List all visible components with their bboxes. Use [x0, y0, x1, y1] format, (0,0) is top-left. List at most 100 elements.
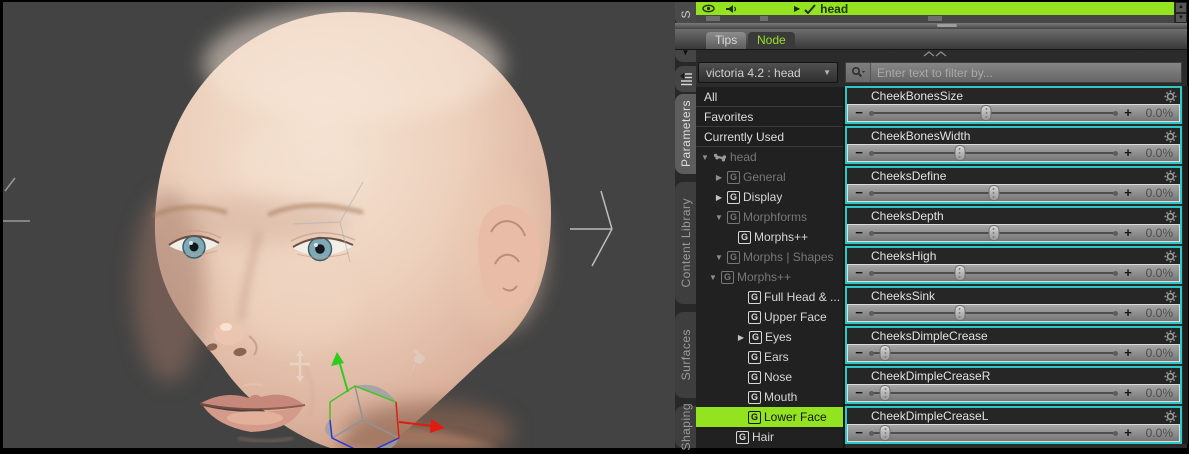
- slider-handle[interactable]: [880, 345, 891, 361]
- tree-item-eyes[interactable]: ▶ G Eyes: [696, 327, 843, 347]
- slider-track[interactable]: [867, 144, 1120, 162]
- tree-item-head[interactable]: ▼ head: [696, 147, 843, 167]
- group-icon: G: [749, 331, 762, 344]
- slider-handle[interactable]: [988, 225, 999, 241]
- tree-item-lower-face[interactable]: G Lower Face: [696, 407, 843, 427]
- node-selector-dropdown[interactable]: victoria 4.2 : head ▼: [698, 62, 838, 83]
- tree-item-general[interactable]: ▶ G General: [696, 167, 843, 187]
- pane-options-menu-button[interactable]: [675, 66, 696, 92]
- side-tab-content-library[interactable]: Content Library: [675, 182, 696, 304]
- triangle-icon: [760, 16, 768, 21]
- scene-scrollbar[interactable]: ▲ ▼: [1175, 2, 1187, 23]
- increment-button[interactable]: +: [1120, 185, 1136, 201]
- tree-item-currently-used[interactable]: Currently Used: [696, 127, 843, 147]
- decrement-button[interactable]: −: [851, 345, 867, 361]
- slider-track[interactable]: [867, 424, 1120, 442]
- sliders-scrollbar[interactable]: [1183, 86, 1188, 444]
- slider-handle[interactable]: [954, 145, 965, 161]
- slider-track[interactable]: [867, 344, 1120, 362]
- viewport-3d[interactable]: [3, 2, 675, 448]
- tree-item-label: Eyes: [765, 330, 792, 344]
- scene-node-label: head: [820, 3, 848, 15]
- increment-button[interactable]: +: [1120, 305, 1136, 321]
- filter-input[interactable]: [871, 63, 1181, 82]
- decrement-button[interactable]: −: [851, 105, 867, 121]
- parameter-value: 0.0%: [1136, 266, 1180, 280]
- parameter-value: 0.0%: [1136, 186, 1180, 200]
- parameter-block-cheeksdefine: CheeksDefine − + 0.0%: [845, 166, 1182, 204]
- increment-button[interactable]: +: [1120, 225, 1136, 241]
- collapse-icon[interactable]: ▼: [700, 153, 710, 162]
- tree-item-label: Morphs++: [737, 270, 791, 284]
- scroll-up-button[interactable]: ▲: [1175, 2, 1187, 13]
- audition-icon[interactable]: [725, 4, 738, 14]
- decrement-button[interactable]: −: [851, 225, 867, 241]
- tree-item-upper-face[interactable]: G Upper Face: [696, 307, 843, 327]
- increment-button[interactable]: +: [1120, 345, 1136, 361]
- slider-handle[interactable]: [988, 185, 999, 201]
- tree-item-hair[interactable]: G Hair: [696, 427, 843, 447]
- slider-handle[interactable]: [981, 105, 992, 121]
- group-icon: G: [748, 311, 761, 324]
- tree-item-label: General: [743, 170, 786, 184]
- tab-node[interactable]: Node: [748, 32, 795, 49]
- increment-button[interactable]: +: [1120, 105, 1136, 121]
- decrement-button[interactable]: −: [851, 425, 867, 441]
- tree-item-all[interactable]: All: [696, 87, 843, 107]
- decrement-button[interactable]: −: [851, 265, 867, 281]
- increment-button[interactable]: +: [1120, 425, 1136, 441]
- expand-icon[interactable]: ▶: [736, 333, 746, 342]
- scene-selected-row[interactable]: ▶ head: [696, 2, 1174, 15]
- visibility-eye-icon[interactable]: [702, 4, 715, 13]
- tree-item-mouth[interactable]: G Mouth: [696, 387, 843, 407]
- tree-item-label: Morphforms: [743, 210, 807, 224]
- side-tab-parameters[interactable]: Parameters: [675, 94, 696, 174]
- collapse-grip-icon[interactable]: [922, 51, 948, 57]
- slider-track[interactable]: [867, 184, 1120, 202]
- parameter-name: CheeksSink: [871, 289, 935, 304]
- tree-item-label: Lower Face: [764, 410, 827, 424]
- expand-icon[interactable]: ▶: [714, 173, 724, 182]
- tree-item-morphs-shapes[interactable]: ▼ G Morphs | Shapes: [696, 247, 843, 267]
- tree-item-full-head[interactable]: G Full Head & ...: [696, 287, 843, 307]
- node-icon: [928, 16, 942, 21]
- tree-item-nose[interactable]: G Nose: [696, 367, 843, 387]
- decrement-button[interactable]: −: [851, 145, 867, 161]
- decrement-button[interactable]: −: [851, 385, 867, 401]
- decrement-button[interactable]: −: [851, 305, 867, 321]
- tab-tips[interactable]: Tips: [706, 32, 746, 49]
- tree-item-ears[interactable]: G Ears: [696, 347, 843, 367]
- parameter-block-cheekboneswidth: CheekBonesWidth − + 0.0%: [845, 126, 1182, 164]
- parameter-value: 0.0%: [1136, 226, 1180, 240]
- collapse-icon[interactable]: ▼: [708, 273, 718, 282]
- expand-icon[interactable]: ▶: [714, 193, 724, 202]
- tree-item-morphs[interactable]: G Morphs++: [696, 227, 843, 247]
- splitter-grip[interactable]: [937, 24, 957, 27]
- collapse-icon[interactable]: ▼: [714, 253, 724, 262]
- slider-track[interactable]: [867, 264, 1120, 282]
- increment-button[interactable]: +: [1120, 145, 1136, 161]
- slider-handle[interactable]: [954, 305, 965, 321]
- tree-item-display[interactable]: ▶ G Display: [696, 187, 843, 207]
- slider-track[interactable]: [867, 304, 1120, 322]
- scene-row-partial[interactable]: [696, 15, 1174, 23]
- increment-button[interactable]: +: [1120, 265, 1136, 281]
- search-icon[interactable]: [846, 63, 871, 82]
- parameter-name: CheekDimpleCreaseL: [871, 409, 988, 424]
- slider-track[interactable]: [867, 384, 1120, 402]
- tree-item-favorites[interactable]: Favorites: [696, 107, 843, 127]
- decrement-button[interactable]: −: [851, 185, 867, 201]
- side-tab-shaping[interactable]: Shaping: [675, 406, 696, 448]
- expand-icon[interactable]: ▶: [794, 4, 800, 13]
- slider-handle[interactable]: [880, 385, 891, 401]
- tree-item-morphs[interactable]: ▼ G Morphs++: [696, 267, 843, 287]
- tree-item-morphforms[interactable]: ▼ G Morphforms: [696, 207, 843, 227]
- slider-track[interactable]: [867, 224, 1120, 242]
- slider-track[interactable]: [867, 104, 1120, 122]
- slider-handle[interactable]: [954, 265, 965, 281]
- slider-handle[interactable]: [880, 425, 891, 441]
- side-tab-surfaces[interactable]: Surfaces: [675, 312, 696, 398]
- increment-button[interactable]: +: [1120, 385, 1136, 401]
- collapse-icon[interactable]: ▼: [714, 213, 724, 222]
- scroll-down-button[interactable]: ▼: [1175, 13, 1187, 24]
